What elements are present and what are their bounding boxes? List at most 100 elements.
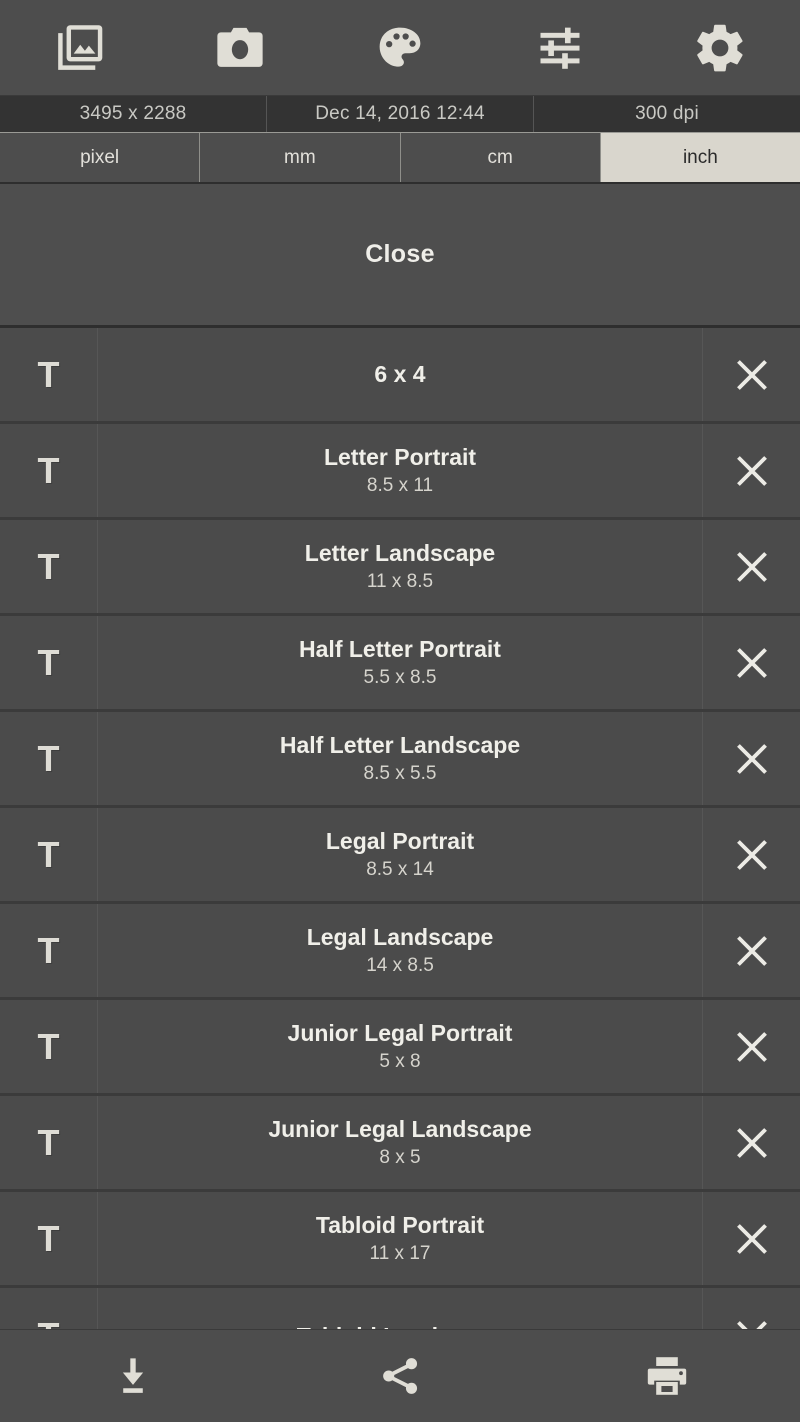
print-icon: [643, 1352, 691, 1400]
image-dimensions: 3495 x 2288: [0, 96, 267, 132]
preset-title: Letter Landscape: [304, 540, 496, 567]
preset-dimensions: 5.5 x 8.5: [363, 666, 437, 688]
gear-icon: [692, 20, 748, 76]
rename-preset-button[interactable]: T: [0, 616, 98, 709]
close-label: Close: [365, 240, 435, 268]
rename-preset-button[interactable]: T: [0, 520, 98, 613]
table-row[interactable]: T Letter Landscape 11 x 8.5: [0, 520, 800, 616]
preset-label-group[interactable]: Letter Landscape 11 x 8.5: [98, 520, 702, 613]
close-icon: [736, 1321, 767, 1329]
delete-preset-button[interactable]: [702, 1288, 800, 1329]
image-dpi: 300 dpi: [635, 103, 699, 124]
print-button[interactable]: [533, 1330, 800, 1422]
table-row[interactable]: T Tabloid Portrait 11 x 17: [0, 1192, 800, 1288]
preset-label-group[interactable]: Legal Landscape 14 x 8.5: [98, 904, 702, 997]
delete-preset-button[interactable]: [702, 1192, 800, 1285]
close-icon: [736, 935, 767, 966]
delete-preset-button[interactable]: [702, 808, 800, 901]
rename-preset-button[interactable]: T: [0, 424, 98, 517]
table-row[interactable]: T Letter Portrait 8.5 x 11: [0, 424, 800, 520]
text-icon: T: [37, 353, 60, 395]
text-icon: T: [37, 1217, 60, 1259]
gallery-icon: [52, 20, 108, 76]
delete-preset-button[interactable]: [702, 616, 800, 709]
preset-label-group[interactable]: Legal Portrait 8.5 x 14: [98, 808, 702, 901]
table-row[interactable]: T Half Letter Portrait 5.5 x 8.5: [0, 616, 800, 712]
preset-label-group[interactable]: Junior Legal Landscape 8 x 5: [98, 1096, 702, 1189]
camera-icon: [212, 20, 268, 76]
print-size-preset-list[interactable]: T 6 x 4 T Letter Portrait 8.5 x 11 T Letter La…: [0, 328, 800, 1329]
rename-preset-button[interactable]: T: [0, 712, 98, 805]
close-icon: [736, 455, 767, 486]
preset-dimensions: 5 x 8: [379, 1050, 421, 1072]
preset-title: 6 x 4: [374, 361, 426, 388]
preset-label-group[interactable]: Half Letter Portrait 5.5 x 8.5: [98, 616, 702, 709]
table-row[interactable]: T Half Letter Landscape 8.5 x 5.5: [0, 712, 800, 808]
tab-cm[interactable]: cm: [400, 133, 601, 182]
preset-title: Tabloid Portrait: [315, 1212, 485, 1239]
table-row[interactable]: T Junior Legal Landscape 8 x 5: [0, 1096, 800, 1192]
close-button[interactable]: Close: [0, 184, 800, 328]
rename-preset-button[interactable]: T: [0, 808, 98, 901]
preset-label-group[interactable]: 6 x 4: [98, 328, 702, 421]
palette-button[interactable]: [320, 0, 480, 96]
table-row[interactable]: T 6 x 4: [0, 328, 800, 424]
close-icon: [736, 743, 767, 774]
delete-preset-button[interactable]: [702, 520, 800, 613]
preset-label-group[interactable]: Tabloid Landscape: [98, 1288, 702, 1329]
rename-preset-button[interactable]: T: [0, 1192, 98, 1285]
rename-preset-button[interactable]: T: [0, 1000, 98, 1093]
rename-preset-button[interactable]: T: [0, 904, 98, 997]
text-icon: T: [37, 1025, 60, 1067]
preset-title: Tabloid Landscape: [297, 1323, 504, 1329]
delete-preset-button[interactable]: [702, 328, 800, 421]
preset-title: Half Letter Portrait: [299, 636, 501, 663]
table-row[interactable]: T Junior Legal Portrait 5 x 8: [0, 1000, 800, 1096]
save-button[interactable]: [0, 1330, 267, 1422]
table-row[interactable]: T Legal Landscape 14 x 8.5: [0, 904, 800, 1000]
image-info-screen: 3495 x 2288 Dec 14, 2016 12:44 300 dpi p…: [0, 0, 800, 1422]
preset-title: Half Letter Landscape: [279, 732, 521, 759]
preset-title: Legal Landscape: [306, 924, 494, 951]
tab-mm[interactable]: mm: [200, 133, 401, 182]
palette-icon: [374, 22, 426, 74]
preset-dimensions: 14 x 8.5: [366, 954, 434, 976]
tab-pixel[interactable]: pixel: [0, 133, 201, 182]
text-icon: T: [37, 833, 60, 875]
rename-preset-button[interactable]: T: [0, 328, 98, 421]
table-row[interactable]: T Legal Portrait 8.5 x 14: [0, 808, 800, 904]
delete-preset-button[interactable]: [702, 904, 800, 997]
preset-title: Junior Legal Landscape: [268, 1116, 532, 1143]
close-icon: [736, 359, 767, 390]
tab-inch[interactable]: inch: [600, 133, 800, 182]
text-icon: T: [37, 929, 60, 971]
share-button[interactable]: [267, 1330, 534, 1422]
preset-dimensions: 8 x 5: [379, 1146, 421, 1168]
preset-label-group[interactable]: Tabloid Portrait 11 x 17: [98, 1192, 702, 1285]
preset-dimensions: 11 x 8.5: [366, 570, 434, 592]
text-icon: T: [37, 545, 60, 587]
preset-label-group[interactable]: Junior Legal Portrait 5 x 8: [98, 1000, 702, 1093]
close-icon: [736, 551, 767, 582]
tune-button[interactable]: [480, 0, 640, 96]
preset-label-group[interactable]: Half Letter Landscape 8.5 x 5.5: [98, 712, 702, 805]
image-info-bar: 3495 x 2288 Dec 14, 2016 12:44 300 dpi: [0, 96, 800, 132]
download-icon: [110, 1353, 156, 1399]
close-icon: [736, 839, 767, 870]
delete-preset-button[interactable]: [702, 424, 800, 517]
delete-preset-button[interactable]: [702, 1096, 800, 1189]
preset-label-group[interactable]: Letter Portrait 8.5 x 11: [98, 424, 702, 517]
delete-preset-button[interactable]: [702, 712, 800, 805]
image-date: Dec 14, 2016 12:44: [267, 96, 534, 132]
text-icon: T: [37, 449, 60, 491]
share-icon: [377, 1353, 423, 1399]
delete-preset-button[interactable]: [702, 1000, 800, 1093]
unit-tabs: pixel mm cm inch: [0, 132, 800, 184]
rename-preset-button[interactable]: T: [0, 1096, 98, 1189]
gallery-button[interactable]: [0, 0, 160, 96]
top-toolbar: [0, 0, 800, 96]
table-row[interactable]: T Tabloid Landscape: [0, 1288, 800, 1329]
rename-preset-button[interactable]: T: [0, 1288, 98, 1329]
settings-button[interactable]: [640, 0, 800, 96]
camera-button[interactable]: [160, 0, 320, 96]
